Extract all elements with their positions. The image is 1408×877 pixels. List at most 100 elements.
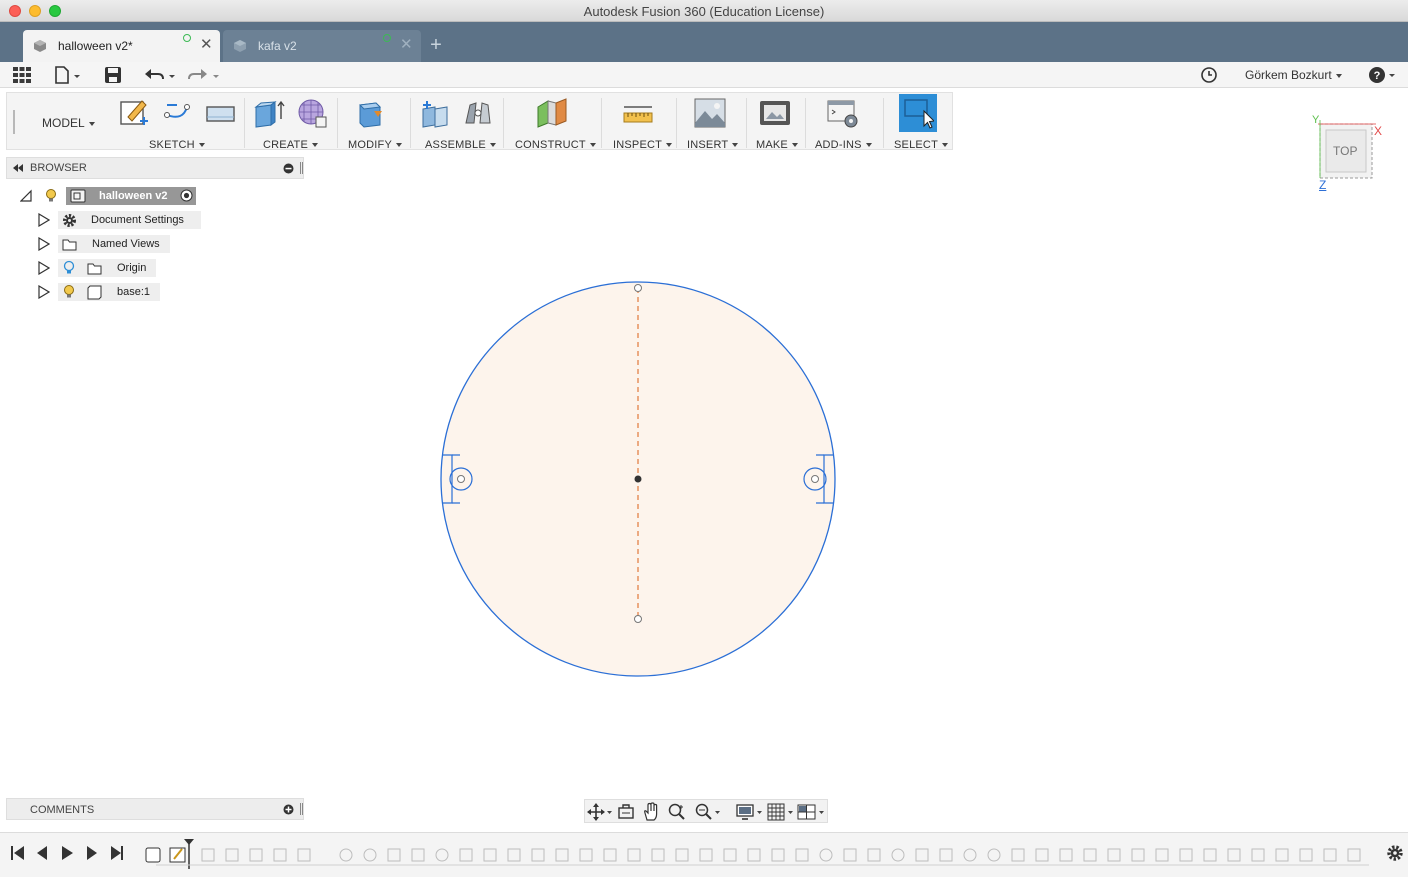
expand-triangle-icon[interactable]: [38, 261, 50, 275]
sync-status-icon: [183, 34, 191, 42]
group-label: CREATE: [263, 139, 309, 151]
browser-item-document-settings[interactable]: Document Settings: [38, 211, 203, 229]
visibility-bulb-icon[interactable]: [63, 284, 75, 300]
document-tab-halloween[interactable]: halloween v2* ✕: [23, 30, 220, 62]
select-menu[interactable]: SELECT: [894, 139, 948, 151]
timeline-settings-gear-icon[interactable]: [1386, 844, 1404, 862]
chevron-down-icon: [312, 143, 319, 148]
navigation-bar: [584, 799, 828, 823]
play-icon[interactable]: [62, 846, 73, 860]
extrude-icon[interactable]: [253, 97, 285, 129]
expand-triangle-icon[interactable]: [38, 285, 50, 299]
ribbon-grip-handle[interactable]: [13, 110, 15, 134]
new-component-icon[interactable]: [419, 97, 451, 129]
go-to-start-icon[interactable]: [11, 846, 24, 860]
chevron-down-icon: [942, 143, 948, 148]
undo-icon[interactable]: [144, 66, 178, 84]
construct-menu[interactable]: CONSTRUCT: [515, 139, 596, 151]
new-tab-button[interactable]: +: [425, 35, 447, 57]
add-comment-icon[interactable]: [283, 804, 294, 815]
joint-icon[interactable]: [462, 97, 494, 129]
go-to-end-icon[interactable]: [111, 846, 123, 860]
user-account-menu[interactable]: Görkem Bozkurt: [1245, 68, 1342, 82]
panel-grip-handle[interactable]: [300, 803, 303, 815]
browser-root-node[interactable]: halloween v2: [20, 187, 205, 205]
browser-item-base[interactable]: base:1: [38, 283, 163, 301]
create-sketch-icon[interactable]: [118, 97, 150, 129]
axis-z-label: Z: [1319, 178, 1327, 192]
comments-panel-header[interactable]: COMMENTS: [6, 798, 304, 820]
browser-item-named-views[interactable]: Named Views: [38, 235, 173, 253]
insert-menu[interactable]: INSERT: [687, 139, 739, 151]
scripts-addins-icon[interactable]: [827, 97, 859, 129]
workspace-switcher[interactable]: MODEL: [42, 116, 95, 130]
step-forward-icon[interactable]: [87, 846, 97, 860]
timeline-bar: [0, 832, 1408, 877]
document-tab-kafa[interactable]: kafa v2 ✕: [223, 30, 421, 62]
ribbon-divider: [244, 98, 245, 148]
minimize-panel-icon[interactable]: [283, 163, 294, 174]
sketch-center-point[interactable]: [634, 475, 642, 483]
form-tspline-icon[interactable]: [296, 97, 328, 129]
save-icon[interactable]: [104, 66, 122, 84]
collapse-triangle-icon[interactable]: [20, 189, 32, 203]
insert-canvas-icon[interactable]: [694, 97, 726, 129]
view-cube[interactable]: TOP X Y Z: [1312, 114, 1390, 196]
sketch-point-bottom[interactable]: [634, 615, 642, 623]
design-viewport[interactable]: [0, 154, 1408, 826]
sketch-point-top[interactable]: [634, 284, 642, 292]
collapse-panel-icon[interactable]: [12, 163, 24, 173]
rectangle-sketch-icon[interactable]: [204, 97, 236, 129]
activate-radio-icon[interactable]: [180, 189, 193, 202]
chevron-down-icon: [791, 143, 798, 148]
display-settings-icon[interactable]: [736, 803, 764, 821]
panel-grip-handle[interactable]: [300, 162, 303, 174]
fit-zoom-window-icon[interactable]: [694, 803, 722, 821]
press-pull-icon[interactable]: [356, 97, 388, 129]
zoom-icon[interactable]: [668, 803, 686, 821]
inspect-menu[interactable]: INSPECT: [613, 139, 673, 151]
modify-menu[interactable]: MODIFY: [348, 139, 402, 151]
chevron-down-icon: [395, 143, 402, 148]
pan-hand-icon[interactable]: [642, 802, 660, 821]
3d-print-icon[interactable]: [759, 97, 791, 129]
file-menu-icon[interactable]: [54, 66, 82, 84]
browser-item-origin[interactable]: Origin: [38, 259, 158, 277]
measure-icon[interactable]: [622, 97, 654, 129]
orbit-icon[interactable]: [587, 803, 613, 821]
help-icon[interactable]: ?: [1368, 66, 1398, 84]
grid-settings-icon[interactable]: [767, 803, 795, 821]
group-label: INSPECT: [613, 139, 663, 151]
visibility-bulb-off-icon[interactable]: [63, 260, 75, 276]
ribbon-divider: [883, 98, 884, 148]
assemble-menu[interactable]: ASSEMBLE: [425, 139, 496, 151]
expand-triangle-icon[interactable]: [38, 237, 50, 251]
ribbon-divider: [410, 98, 411, 148]
create-menu[interactable]: CREATE: [263, 139, 319, 151]
line-sketch-icon[interactable]: [161, 97, 193, 129]
ribbon-divider: [337, 98, 338, 148]
add-ins-menu[interactable]: ADD-INS: [815, 139, 872, 151]
item-label: base:1: [117, 286, 151, 298]
redo-icon[interactable]: [188, 66, 222, 84]
look-at-icon[interactable]: [617, 803, 635, 821]
workspace-label: MODEL: [42, 116, 85, 130]
document-tab-bar: halloween v2* ✕ kafa v2 ✕ +: [0, 22, 1408, 62]
close-tab-icon[interactable]: ✕: [400, 37, 413, 52]
timeline-features[interactable]: [144, 837, 1374, 869]
item-label: Document Settings: [91, 214, 184, 226]
view-cube-face-label: TOP: [1333, 144, 1358, 158]
viewports-icon[interactable]: [797, 803, 827, 821]
chevron-down-icon: [1335, 73, 1342, 78]
offset-plane-icon[interactable]: [536, 97, 568, 129]
job-status-clock-icon[interactable]: [1200, 66, 1218, 84]
expand-triangle-icon[interactable]: [38, 213, 50, 227]
sketch-menu[interactable]: SKETCH: [149, 139, 205, 151]
select-tool-button[interactable]: [899, 94, 937, 132]
make-menu[interactable]: MAKE: [756, 139, 798, 151]
group-label: ASSEMBLE: [425, 139, 486, 151]
data-panel-grid-icon[interactable]: [12, 66, 32, 84]
close-tab-icon[interactable]: ✕: [200, 37, 213, 52]
step-back-icon[interactable]: [37, 846, 47, 860]
visibility-bulb-icon[interactable]: [45, 188, 57, 204]
